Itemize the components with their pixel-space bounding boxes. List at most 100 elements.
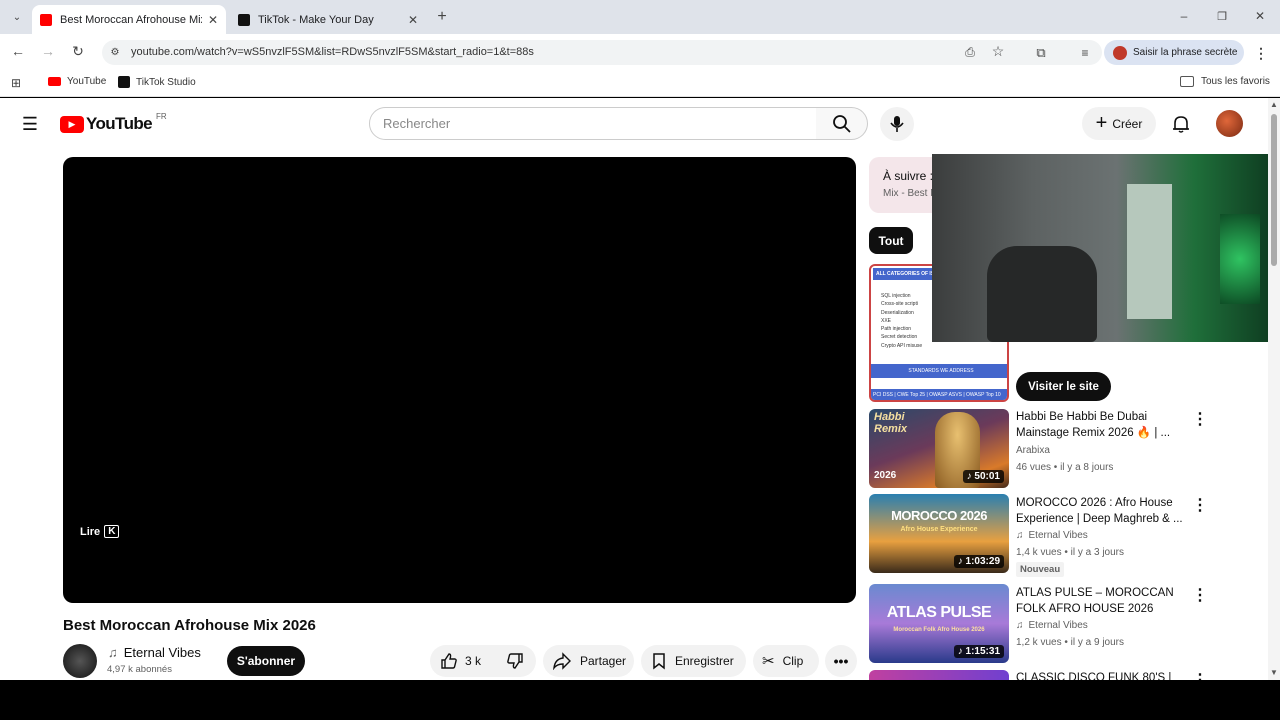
browser-tabstrip: ⌄ Best Moroccan Afrohouse Mix ✕ TikTok -… xyxy=(0,0,1280,34)
tab-youtube[interactable]: Best Moroccan Afrohouse Mix ✕ xyxy=(32,5,226,34)
clip-label: Clip xyxy=(782,654,804,668)
save-label: Enregistrer xyxy=(675,654,734,668)
video-title[interactable]: MOROCCO 2026 : Afro House Experience | D… xyxy=(1016,495,1184,527)
reload-icon[interactable]: ↻ xyxy=(70,43,86,59)
video-menu-icon[interactable]: ⋮ xyxy=(1192,409,1208,429)
all-bookmarks-label: Tous les favoris xyxy=(1201,76,1270,87)
scroll-up-icon[interactable]: ▲ xyxy=(1270,100,1278,109)
video-thumbnail[interactable] xyxy=(869,670,1009,680)
browser-menu-icon[interactable]: ⋮ xyxy=(1254,44,1268,62)
video-thumbnail[interactable]: MOROCCO 2026 Afro House Experience ♪ 1:0… xyxy=(869,494,1009,573)
extensions-icon[interactable]: ⧉ xyxy=(1032,44,1050,62)
duration-badge: ♪ 1:03:29 xyxy=(953,555,1004,568)
subscribe-button[interactable]: S'abonner xyxy=(227,646,305,676)
video-title[interactable]: Habbi Be Habbi Be Dubai Mainstage Remix … xyxy=(1016,409,1184,441)
create-button[interactable]: + Créer xyxy=(1082,107,1156,140)
bookmark-label: TikTok Studio xyxy=(136,76,196,88)
tab-title: TikTok - Make Your Day xyxy=(258,13,374,26)
music-note-icon: ♪ xyxy=(957,556,966,567)
ad-item-list: SQL injection Cross-site scripti Deseria… xyxy=(881,292,922,350)
media-controls-icon[interactable]: ≡ xyxy=(1076,44,1094,62)
video-channel[interactable]: ♫ Eternal Vibes xyxy=(1016,620,1088,631)
channel-label: Eternal Vibes xyxy=(1028,530,1088,541)
bottom-black-bar xyxy=(0,680,1280,720)
close-tab-icon[interactable]: ✕ xyxy=(408,13,418,27)
video-thumbnail[interactable]: ATLAS PULSE Moroccan Folk Afro House 202… xyxy=(869,584,1009,663)
close-tab-icon[interactable]: ✕ xyxy=(208,13,218,27)
close-window-icon[interactable]: ✕ xyxy=(1252,8,1268,24)
hamburger-menu-icon[interactable]: ☰ xyxy=(20,114,40,134)
new-tab-icon[interactable]: + xyxy=(434,8,450,26)
bookmark-youtube[interactable]: YouTube xyxy=(48,76,106,87)
video-thumbnail[interactable]: Habbi Remix 2026 ♪ 50:01 xyxy=(869,409,1009,488)
tab-tiktok[interactable]: TikTok - Make Your Day ✕ xyxy=(230,5,426,34)
search-placeholder: Rechercher xyxy=(383,116,451,131)
webcam-window-light xyxy=(1127,184,1172,319)
video-menu-icon[interactable]: ⋮ xyxy=(1192,670,1208,680)
bookmark-label: YouTube xyxy=(67,76,107,87)
address-bar[interactable]: ⚙ youtube.com/watch?v=wS5nvzlF5SM&list=R… xyxy=(102,40,1102,65)
bookmark-icon xyxy=(653,653,665,670)
thumb-year: 2026 xyxy=(874,470,897,481)
search-icon xyxy=(833,115,851,133)
restore-icon[interactable]: ❐ xyxy=(1214,8,1230,24)
video-meta: 1,2 k vues • il y a 9 jours xyxy=(1016,637,1124,648)
voice-search-button[interactable] xyxy=(880,107,914,141)
play-tooltip: Lire K xyxy=(80,525,120,538)
folder-icon xyxy=(1180,76,1194,87)
channel-avatar[interactable] xyxy=(63,644,97,678)
save-button[interactable]: Enregistrer xyxy=(641,645,746,677)
video-player[interactable]: Lire K xyxy=(63,157,856,603)
video-menu-icon[interactable]: ⋮ xyxy=(1192,495,1208,515)
url-text[interactable]: youtube.com/watch?v=wS5nvzlF5SM&list=RDw… xyxy=(131,46,534,58)
play-shortcut-key: K xyxy=(104,525,120,538)
minimize-icon[interactable]: – xyxy=(1176,8,1192,24)
share-button[interactable]: Partager xyxy=(543,645,634,677)
scroll-thumb[interactable] xyxy=(1271,114,1277,266)
profile-chip[interactable]: Saisir la phrase secrète xyxy=(1104,40,1244,65)
tiktok-favicon-icon xyxy=(238,13,250,26)
search-button[interactable] xyxy=(816,107,868,140)
up-next-label: À suivre : xyxy=(883,169,934,183)
bookmarks-bar: ⊞ YouTube TikTok Studio Tous les favoris xyxy=(0,70,1280,97)
scroll-down-icon[interactable]: ▼ xyxy=(1270,668,1278,677)
back-icon[interactable]: ← xyxy=(10,43,26,59)
channel-name[interactable]: ♫ Eternal Vibes xyxy=(108,645,201,660)
plus-icon: + xyxy=(1095,112,1108,134)
youtube-logo[interactable]: ▶ YouTube FR xyxy=(60,112,167,134)
all-bookmarks[interactable]: Tous les favoris xyxy=(1180,76,1270,87)
video-menu-icon[interactable]: ⋮ xyxy=(1192,585,1208,605)
video-title[interactable]: ATLAS PULSE – MOROCCAN FOLK AFRO HOUSE 2… xyxy=(1016,585,1184,617)
video-title: Best Moroccan Afrohouse Mix 2026 xyxy=(63,617,316,634)
forward-icon[interactable]: → xyxy=(40,43,56,59)
user-avatar[interactable] xyxy=(1216,110,1243,137)
video-title[interactable]: CLASSIC DISCO FUNK 80'S | xyxy=(1016,670,1184,680)
ad-footer-title: STANDARDS WE ADDRESS xyxy=(908,368,974,374)
more-actions-button[interactable]: ••• xyxy=(825,645,857,677)
chip-all[interactable]: Tout xyxy=(869,227,913,254)
bookmark-tiktok-studio[interactable]: TikTok Studio xyxy=(118,76,196,88)
bookmark-star-icon[interactable]: ☆ xyxy=(990,43,1006,59)
site-info-icon[interactable]: ⚙ xyxy=(108,45,122,59)
apps-icon[interactable]: ⊞ xyxy=(9,76,23,90)
like-button[interactable]: 3 k xyxy=(430,652,500,670)
youtube-masthead: ☰ ▶ YouTube FR Rechercher + Créer xyxy=(0,98,1268,150)
visit-site-button[interactable]: Visiter le site xyxy=(1016,372,1111,401)
clip-button[interactable]: ✂ Clip xyxy=(753,645,819,677)
channel-label: Eternal Vibes xyxy=(1028,620,1088,631)
like-dislike-group: 3 k xyxy=(430,645,536,677)
dislike-button[interactable] xyxy=(500,652,524,670)
tab-search-icon[interactable]: ⌄ xyxy=(8,9,26,25)
music-note-icon: ♪ xyxy=(957,646,966,657)
webcam-green-light xyxy=(1220,214,1260,304)
youtube-logo-text: YouTube xyxy=(86,114,153,133)
video-channel[interactable]: Arabixa xyxy=(1016,445,1050,456)
channel-name-label: Eternal Vibes xyxy=(123,645,201,660)
youtube-page: ☰ ▶ YouTube FR Rechercher + Créer Lire K… xyxy=(0,98,1280,680)
notifications-bell-icon[interactable] xyxy=(1171,114,1191,134)
page-scrollbar[interactable]: ▲ ▼ xyxy=(1268,98,1280,680)
video-channel[interactable]: ♫ Eternal Vibes xyxy=(1016,530,1088,541)
share-label: Partager xyxy=(580,654,627,668)
install-app-icon[interactable]: ⎙ xyxy=(962,44,978,60)
search-input[interactable]: Rechercher xyxy=(369,107,817,140)
